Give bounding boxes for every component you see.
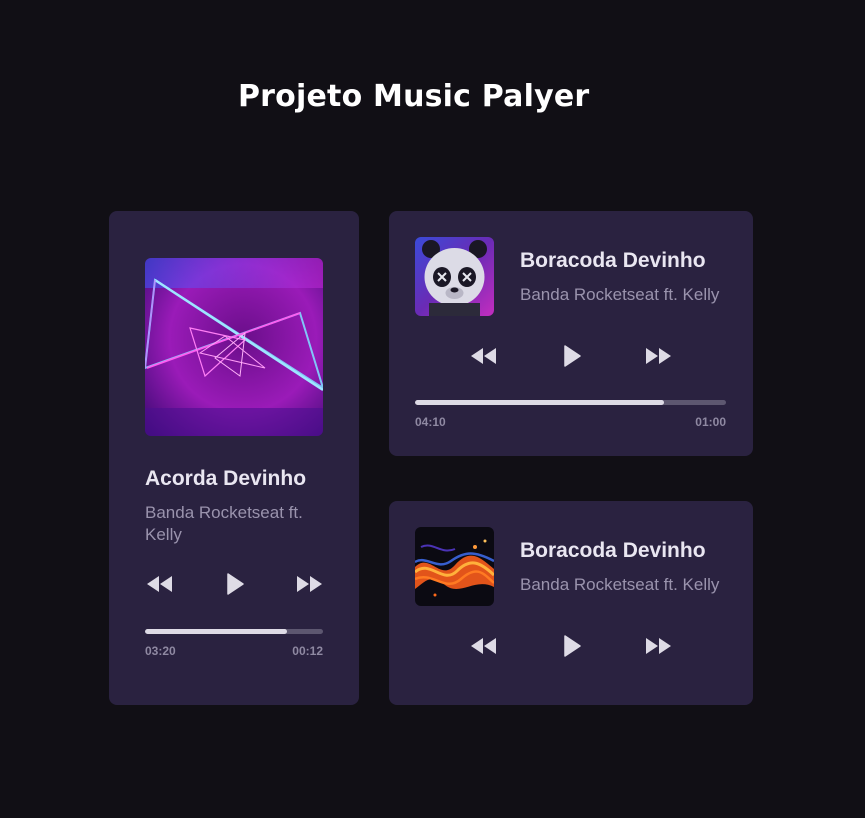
- remaining-time: 00:12: [292, 644, 323, 658]
- elapsed-time: 04:10: [415, 415, 446, 429]
- remaining-time: 01:00: [695, 415, 726, 429]
- next-button[interactable]: [646, 638, 672, 654]
- song-artist: Banda Rocketseat ft. Kelly: [520, 285, 720, 304]
- fast-forward-icon: [646, 638, 671, 654]
- rewind-icon: [471, 348, 496, 364]
- player-card-bottom: Boracoda Devinho Banda Rocketseat ft. Ke…: [389, 501, 753, 705]
- page-title: Projeto Music Palyer: [238, 79, 590, 114]
- play-icon: [564, 345, 581, 367]
- song-title: Acorda Devinho: [145, 467, 307, 490]
- rewind-icon: [147, 576, 172, 592]
- fast-forward-icon: [297, 576, 322, 592]
- album-cover: [415, 527, 494, 606]
- fast-forward-icon: [646, 348, 671, 364]
- song-title: Boracoda Devinho: [520, 249, 706, 272]
- play-icon: [227, 573, 244, 595]
- progress-fill: [145, 629, 288, 634]
- album-cover: [145, 258, 323, 436]
- rewind-icon: [471, 638, 496, 654]
- progress-bar[interactable]: [145, 629, 323, 634]
- neon-triangles-album-art: [145, 258, 323, 436]
- next-button[interactable]: [646, 348, 672, 364]
- playback-controls: [469, 345, 673, 369]
- play-button[interactable]: [226, 573, 244, 595]
- song-artist: Banda Rocketseat ft. Kelly: [145, 503, 303, 544]
- play-button[interactable]: [563, 345, 581, 367]
- fire-waves-album-art: [415, 527, 494, 606]
- song-title: Boracoda Devinho: [520, 539, 706, 562]
- playback-controls: [145, 573, 325, 597]
- previous-button[interactable]: [470, 348, 496, 364]
- player-card-large: Acorda Devinho Banda Rocketseat ft. Kell…: [109, 211, 359, 705]
- play-button[interactable]: [563, 635, 581, 657]
- previous-button[interactable]: [470, 638, 496, 654]
- previous-button[interactable]: [146, 576, 172, 592]
- play-icon: [564, 635, 581, 657]
- elapsed-time: 03:20: [145, 644, 176, 658]
- song-artist: Banda Rocketseat ft. Kelly: [520, 575, 720, 594]
- playback-controls: [469, 635, 673, 659]
- progress-fill: [415, 400, 664, 405]
- panda-album-art: [415, 237, 494, 316]
- next-button[interactable]: [297, 576, 323, 592]
- player-card-top: Boracoda Devinho Banda Rocketseat ft. Ke…: [389, 211, 753, 456]
- album-cover: [415, 237, 494, 316]
- progress-bar[interactable]: [415, 400, 726, 405]
